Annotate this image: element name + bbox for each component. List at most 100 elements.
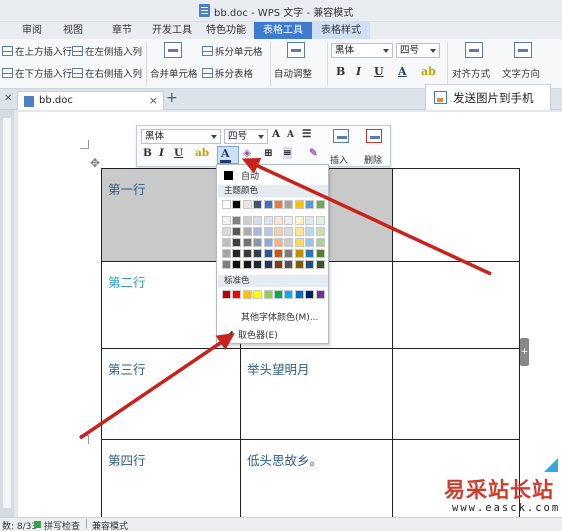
align-icon[interactable]: ≡ [283,147,292,159]
theme-shade-swatch[interactable] [274,260,283,269]
standard-color-swatch[interactable] [242,290,252,299]
tab-special[interactable]: 特色功能 [198,22,254,39]
table-cell[interactable]: 举头望明月 [241,349,393,440]
text-direction-button[interactable]: 文字方向 [502,66,540,80]
split-table-button[interactable]: 拆分表格 [202,66,253,80]
theme-shade-swatch[interactable] [305,227,315,236]
font-name-select[interactable]: 黑体 [331,43,393,58]
split-cells-button[interactable]: 拆分单元格 [202,44,263,58]
theme-color-swatch[interactable] [263,200,273,209]
theme-shade-swatch[interactable] [284,216,294,225]
shading-icon[interactable]: ◈ [243,147,251,159]
send-image-to-phone-button[interactable]: 发送图片到手机 [425,84,551,111]
tab-developer[interactable]: 开发工具 [146,22,198,39]
theme-color-swatch[interactable] [232,200,242,209]
table-cell[interactable] [393,349,520,440]
theme-shade-swatch[interactable] [242,249,252,258]
table-move-handle-icon[interactable] [90,156,102,168]
theme-shade-swatch[interactable] [222,216,231,225]
close-icon[interactable]: ✕ [4,93,12,104]
theme-shade-swatch[interactable] [305,260,315,269]
standard-color-swatch[interactable] [253,290,263,299]
tab-review[interactable]: 审阅 [14,22,50,39]
theme-color-swatch[interactable] [274,200,283,209]
font-color-button[interactable]: A [398,65,407,78]
theme-shade-swatch[interactable] [305,249,315,258]
italic-button[interactable]: I [356,65,361,78]
theme-shade-swatch[interactable] [284,227,294,236]
theme-shade-swatch[interactable] [263,260,273,269]
mini-underline-button[interactable]: U [174,147,183,159]
theme-shade-swatch[interactable] [253,249,263,258]
theme-shade-swatch[interactable] [315,227,325,236]
insert-row-above-button[interactable]: 在上方插入行 [2,44,72,58]
theme-shade-swatch[interactable] [242,260,252,269]
table-cell[interactable] [393,262,520,349]
theme-shade-swatch[interactable] [232,249,242,258]
theme-shade-swatch[interactable] [242,216,252,225]
theme-shade-swatch[interactable] [315,249,325,258]
highlight-icon[interactable]: ab [421,65,436,78]
mini-italic-button[interactable]: I [159,147,164,159]
theme-shade-swatch[interactable] [222,238,231,247]
mini-font-size-select[interactable]: 四号 [224,129,268,144]
theme-shade-swatch[interactable] [263,227,273,236]
grow-font-button[interactable]: A [272,128,280,140]
theme-shade-swatch[interactable] [253,238,263,247]
mini-font-name-select[interactable]: 黑体 [141,129,221,144]
tab-table-tools[interactable]: 表格工具 [254,22,312,39]
font-size-select[interactable]: 四号 [396,43,440,58]
table-cell[interactable]: 第三行 [102,349,241,440]
standard-color-swatch[interactable] [232,290,242,299]
line-spacing-icon[interactable]: ☰ [302,128,311,140]
theme-shade-swatch[interactable] [315,260,325,269]
theme-shade-swatch[interactable] [274,216,283,225]
mini-delete-button[interactable]: 删除 [364,153,382,166]
auto-adjust-button[interactable]: 自动调整 [274,66,312,80]
theme-shade-swatch[interactable] [274,249,283,258]
theme-shade-swatch[interactable] [284,249,294,258]
borders-icon[interactable]: ⊞ [264,147,273,159]
theme-color-swatch[interactable] [294,200,304,209]
theme-shade-swatch[interactable] [242,227,252,236]
theme-shade-swatch[interactable] [294,227,304,236]
table-cell[interactable]: 第四行 [102,440,241,519]
theme-shade-swatch[interactable] [315,216,325,225]
close-tab-icon[interactable]: × [149,94,158,107]
theme-shade-swatch[interactable] [315,238,325,247]
mini-insert-button[interactable]: 插入 [330,153,348,166]
eyedropper-option[interactable]: 取色器(E) [223,328,278,341]
theme-shade-swatch[interactable] [263,249,273,258]
align-button[interactable]: 对齐方式 [452,66,490,80]
theme-shade-swatch[interactable] [263,216,273,225]
theme-color-swatch[interactable] [315,200,325,209]
theme-color-swatch[interactable] [305,200,315,209]
standard-color-swatch[interactable] [263,290,273,299]
theme-shade-swatch[interactable] [232,260,242,269]
theme-shade-swatch[interactable] [222,227,231,236]
table-cell[interactable] [393,169,520,262]
theme-shade-swatch[interactable] [263,238,273,247]
mini-font-color-button[interactable]: A [217,146,239,164]
standard-color-swatch[interactable] [315,290,325,299]
theme-shade-swatch[interactable] [305,216,315,225]
merge-cells-button[interactable]: 合并单元格 [150,66,198,80]
mini-highlight-icon[interactable]: ab [195,147,209,159]
theme-shade-swatch[interactable] [284,260,294,269]
theme-shade-swatch[interactable] [222,260,231,269]
shrink-font-button[interactable]: A [287,130,294,140]
tab-view[interactable]: 视图 [55,22,91,39]
insert-row-below-button[interactable]: 在下方插入行 [2,66,72,80]
theme-shade-swatch[interactable] [294,238,304,247]
more-font-colors-option[interactable]: 其他字体颜色(M)... [241,310,318,323]
new-tab-icon[interactable]: + [166,90,178,106]
theme-shade-swatch[interactable] [232,227,242,236]
tab-table-style[interactable]: 表格样式 [312,22,370,39]
table-cell[interactable]: 低头思故乡。 [241,440,393,519]
theme-color-swatch[interactable] [253,200,263,209]
format-painter-icon[interactable]: ✎ [309,147,318,159]
tab-section[interactable]: 章节 [96,22,148,39]
theme-shade-swatch[interactable] [232,216,242,225]
standard-color-swatch[interactable] [222,290,231,299]
theme-shade-swatch[interactable] [222,249,231,258]
